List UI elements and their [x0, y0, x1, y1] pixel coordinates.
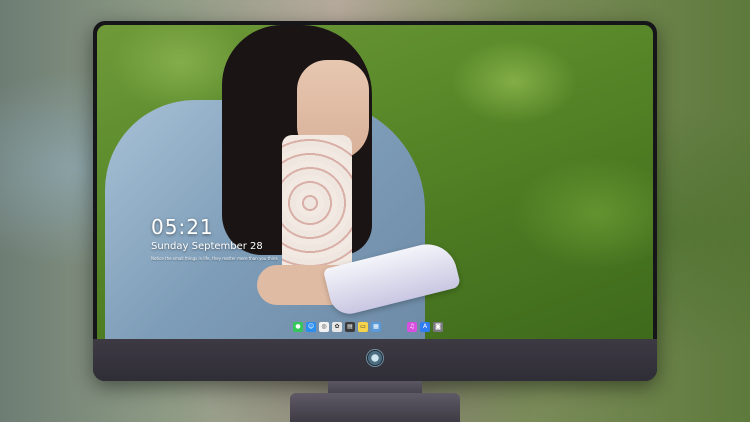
app-store-icon[interactable]: A [420, 321, 430, 332]
brand-logo-icon [366, 349, 384, 367]
music-icon[interactable]: ♫ [407, 321, 417, 332]
finder-icon[interactable]: ☺ [306, 321, 316, 332]
lock-date: Sunday September 28 [151, 241, 263, 252]
stand-base [290, 393, 460, 422]
stand-neck [328, 381, 422, 393]
dock: ● ☺ ◎ ✿ ▤ ▭ ▦ ♫ A ◙ [289, 319, 447, 334]
photos-icon[interactable]: ✿ [332, 321, 342, 332]
clapperboard-icon[interactable]: ▤ [345, 321, 355, 332]
lock-clock: 05:21 [151, 215, 214, 239]
camera-icon[interactable]: ◙ [433, 321, 443, 332]
monitor-chin [93, 339, 657, 381]
lock-quote: Notice the small things in life, they ma… [151, 256, 278, 261]
desktop-screen[interactable]: 05:21 Sunday September 28 Notice the sma… [97, 25, 653, 339]
notes-icon[interactable]: ▭ [358, 321, 368, 332]
monitor: 05:21 Sunday September 28 Notice the sma… [93, 21, 657, 381]
preview-icon[interactable]: ▦ [371, 321, 381, 332]
safari-icon[interactable]: ◎ [319, 321, 329, 332]
messages-icon[interactable]: ● [293, 321, 303, 332]
